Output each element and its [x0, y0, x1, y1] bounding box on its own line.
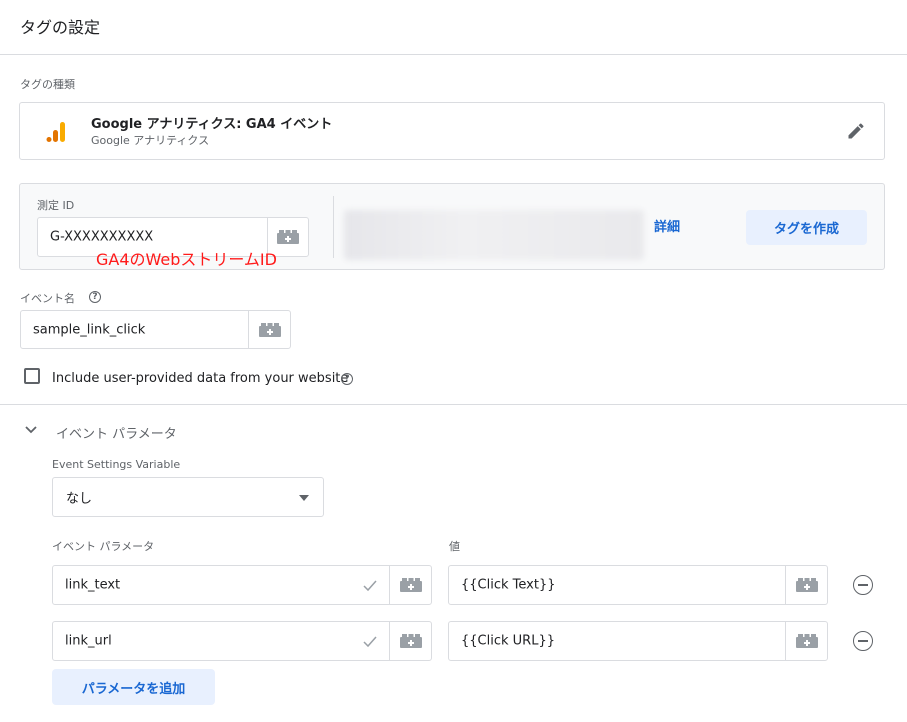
user-data-label: Include user-provided data from your web… — [52, 371, 349, 386]
tag-type-label: タグの種類 — [20, 78, 75, 91]
dropdown-arrow-icon — [299, 495, 309, 501]
event-name-value: sample_link_click — [33, 322, 146, 337]
pencil-icon[interactable] — [846, 121, 866, 141]
param-value-value: {{Click Text}} — [461, 577, 556, 593]
google-analytics-logo-icon — [46, 122, 65, 142]
param-value-field[interactable]: {{Click URL}} — [448, 621, 828, 661]
param-name-field[interactable]: link_url — [52, 621, 432, 661]
remove-row-icon[interactable] — [853, 575, 873, 595]
redacted-stream-info — [344, 210, 644, 260]
variable-brick-icon — [399, 578, 422, 592]
variable-picker-button[interactable] — [785, 622, 827, 660]
chevron-down-icon[interactable] — [25, 425, 37, 435]
annotation-label: GA4のWebストリームID — [96, 250, 277, 269]
measurement-id-label: 測定 ID — [37, 199, 75, 212]
page-title: タグの設定 — [20, 18, 101, 37]
variable-brick-icon — [399, 634, 422, 648]
tag-type-title: Google アナリティクス: GA4 イベント — [91, 117, 333, 132]
user-data-help-icon[interactable]: ? — [341, 373, 353, 385]
variable-picker-button[interactable] — [389, 566, 431, 604]
event-name-field[interactable]: sample_link_click — [20, 310, 291, 349]
value-column-header: 値 — [449, 540, 460, 553]
variable-picker-button[interactable] — [389, 622, 431, 660]
variable-brick-icon — [258, 322, 281, 337]
variable-picker-button[interactable] — [248, 311, 290, 348]
tag-type-subtitle: Google アナリティクス — [91, 134, 210, 147]
variable-picker-button[interactable] — [785, 566, 827, 604]
remove-row-icon[interactable] — [853, 631, 873, 651]
header-divider — [0, 54, 907, 55]
settings-variable-select[interactable]: なし — [52, 477, 324, 517]
details-link[interactable]: 詳細 — [654, 216, 680, 235]
section-divider — [0, 404, 907, 405]
tag-type-card[interactable]: Google アナリティクス: GA4 イベント Google アナリティクス — [19, 102, 885, 160]
param-value-value: {{Click URL}} — [461, 633, 555, 649]
settings-variable-value: なし — [66, 491, 93, 507]
event-params-section-title[interactable]: イベント パラメータ — [56, 423, 177, 442]
variable-brick-icon — [795, 634, 818, 648]
param-name-value: link_text — [65, 577, 121, 593]
check-icon — [363, 636, 377, 648]
param-value-field[interactable]: {{Click Text}} — [448, 565, 828, 605]
event-name-help-icon[interactable]: ? — [89, 291, 101, 303]
measurement-id-value: G-XXXXXXXXXX — [50, 229, 154, 245]
event-name-label: イベント名 — [20, 292, 75, 305]
check-icon — [363, 580, 377, 592]
variable-brick-icon — [277, 230, 299, 244]
param-column-header: イベント パラメータ — [52, 540, 155, 553]
param-name-value: link_url — [65, 633, 112, 649]
param-name-field[interactable]: link_text — [52, 565, 432, 605]
measurement-separator — [333, 196, 334, 258]
settings-variable-label: Event Settings Variable — [52, 458, 181, 471]
variable-brick-icon — [795, 578, 818, 592]
create-tag-button[interactable]: タグを作成 — [746, 210, 867, 245]
add-parameter-button[interactable]: パラメータを追加 — [52, 669, 215, 705]
user-data-checkbox[interactable] — [24, 368, 40, 384]
